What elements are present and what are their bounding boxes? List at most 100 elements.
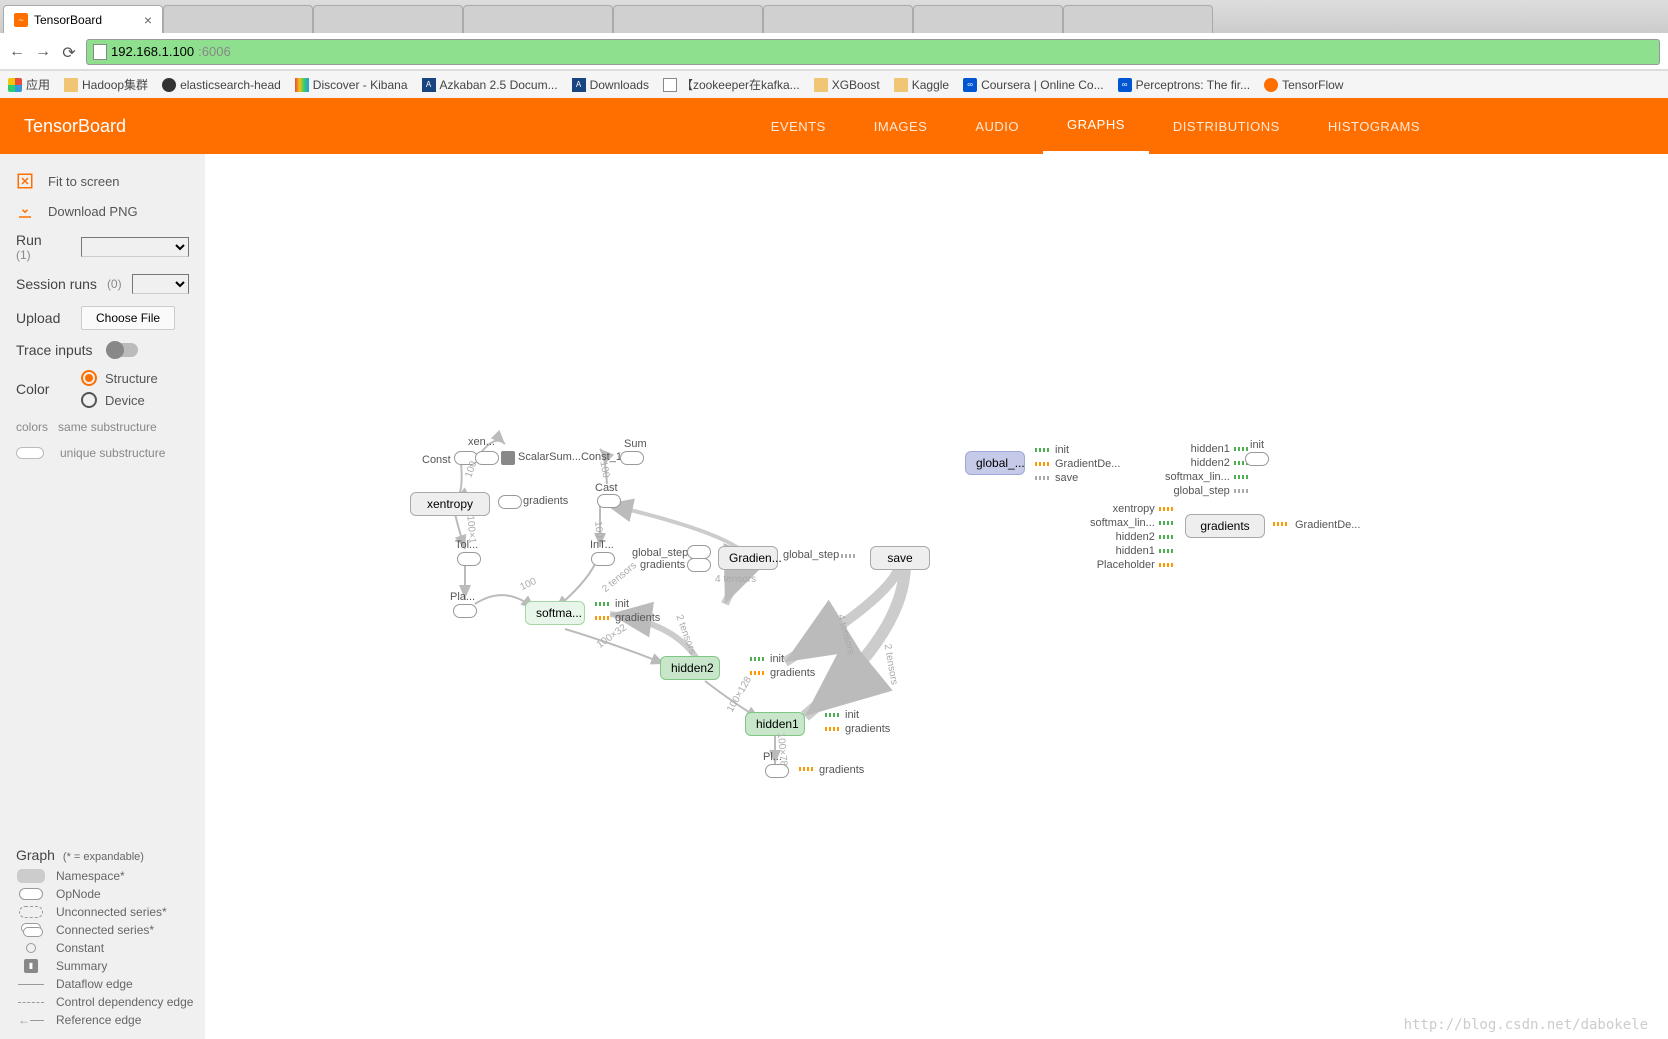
aux-dots1 [1035,448,1051,452]
folder-icon [64,78,78,92]
nav-histograms[interactable]: HISTOGRAMS [1304,98,1444,154]
bookmark-xgboost[interactable]: XGBoost [814,78,880,92]
app-title: TensorBoard [24,116,126,137]
cast-label: Cast [595,482,618,494]
bookmark-coursera[interactable]: ∞Coursera | Online Co... [963,78,1104,92]
init-label: init [1250,439,1264,451]
nav-audio[interactable]: AUDIO [951,98,1043,154]
init-iodots2 [750,657,766,661]
colors-label: colors [16,420,48,434]
downloads-icon: A [572,78,586,92]
gd-iodots [1273,522,1289,526]
browser-tab-bg4[interactable] [613,5,763,33]
save-node[interactable]: save [870,546,930,570]
browser-tab-active[interactable]: ~ TensorBoard × [3,5,163,33]
url-bar[interactable]: 192.168.1.100:6006 [86,39,1660,65]
cast-opnode[interactable] [597,494,621,508]
edge-100x32: 100×32 [595,622,629,650]
run-select[interactable] [81,237,189,257]
int-opnode[interactable] [591,552,615,566]
pla-opnode[interactable] [453,604,477,618]
browser-tab-bg3[interactable] [463,5,613,33]
unique-swatch [16,447,44,459]
bookmark-downloads[interactable]: ADownloads [572,78,649,92]
browser-tab-bg7[interactable] [1063,5,1213,33]
edge-2tensors-b: 2 tensors [673,613,697,655]
browser-tab-bg6[interactable] [913,5,1063,33]
folder-icon [894,78,908,92]
color-device-radio[interactable] [81,392,97,408]
session-select[interactable] [132,274,189,294]
init-iodots3 [825,713,841,717]
download-png-button[interactable]: Download PNG [16,196,189,226]
bookmark-apps[interactable]: 应用 [8,76,50,93]
sum-label: Sum [624,438,647,450]
main-nav: EVENTS IMAGES AUDIO GRAPHS DISTRIBUTIONS… [747,98,1444,154]
dataflow-edge-icon [18,984,44,985]
nav-graphs[interactable]: GRAPHS [1043,98,1149,154]
gradients-big-node[interactable]: gradients [1185,514,1265,538]
nav-images[interactable]: IMAGES [850,98,952,154]
back-button[interactable]: ← [8,43,26,61]
constant-shape-icon [26,943,36,953]
tol-opnode[interactable] [457,552,481,566]
browser-tab-bg5[interactable] [763,5,913,33]
edge-100-3: 100 [592,521,604,539]
summary-shape-icon: ▮ [24,959,38,973]
bookmark-hadoop[interactable]: Hadoop集群 [64,76,148,93]
nav-distributions[interactable]: DISTRIBUTIONS [1149,98,1304,154]
color-structure-radio[interactable] [81,370,97,386]
sum-opnode[interactable] [620,451,644,465]
browser-tab-bg2[interactable] [313,5,463,33]
gradients-label3: gradients [819,764,864,776]
browser-tab-bg1[interactable] [163,5,313,33]
bookmark-zookeeper[interactable]: 【zookeeper在kafka... [663,76,800,93]
edge-4tensors-b: 4 tensors [835,613,856,656]
aux-xd [1159,507,1175,511]
reference-edge-icon [18,1013,44,1027]
coursera-icon: ∞ [963,78,977,92]
aux-pld [1159,563,1175,567]
scalarsum-sumnode[interactable] [501,451,515,465]
init-iodots [595,602,611,606]
trace-inputs-toggle[interactable] [106,343,138,357]
gradientde-label: GradientDe... [1295,519,1360,531]
bookmark-es[interactable]: elasticsearch-head [162,78,281,92]
forward-button[interactable]: → [34,43,52,61]
grad-iodots [595,616,611,620]
choose-file-button[interactable]: Choose File [81,306,175,330]
aux-h1d [1234,447,1250,451]
bookmark-tensorflow[interactable]: TensorFlow [1264,78,1343,92]
gradients-opnode[interactable] [498,495,522,509]
xentropy-node[interactable]: xentropy [410,492,490,516]
fit-screen-icon [16,172,34,190]
color-label: Color [16,381,71,397]
pl2-opnode[interactable] [765,764,789,778]
hidden2-node[interactable]: hidden2 [660,656,720,680]
bookmark-kibana[interactable]: Discover - Kibana [295,78,408,92]
bookmark-kaggle[interactable]: Kaggle [894,78,949,92]
legend-hint: (* = expandable) [63,851,144,863]
gradien-node[interactable]: Gradien... [718,546,778,570]
close-tab-icon[interactable]: × [144,12,152,28]
unique-sub-label: unique substructure [60,446,165,460]
reload-button[interactable]: ⟳ [60,43,78,61]
github-icon [162,78,176,92]
init-opnode[interactable] [1245,452,1269,466]
grad-iodots2 [750,671,766,675]
apps-icon [8,78,22,92]
fit-to-screen-button[interactable]: Fit to screen [16,166,189,196]
run-label: Run [16,232,71,248]
edge-100-4: 100 [518,576,538,593]
aux-dots3 [1035,476,1051,480]
nav-events[interactable]: EVENTS [747,98,850,154]
softmax-node[interactable]: softma... [525,601,585,625]
coursera-icon: ∞ [1118,78,1132,92]
global-aux-node[interactable]: global_... [965,451,1025,475]
bookmark-perceptrons[interactable]: ∞Perceptrons: The fir... [1118,78,1251,92]
graph-canvas[interactable]: Const xen... ScalarSum...Const_1 Sum xen… [205,154,1668,1039]
browser-chrome: ~ TensorBoard × ← → ⟳ 192.168.1.100:6006 [0,0,1668,70]
bookmark-azkaban[interactable]: AAzkaban 2.5 Docum... [422,78,558,92]
series-shape-icon [19,906,43,918]
edge-100x128: 100×128 [725,675,754,714]
